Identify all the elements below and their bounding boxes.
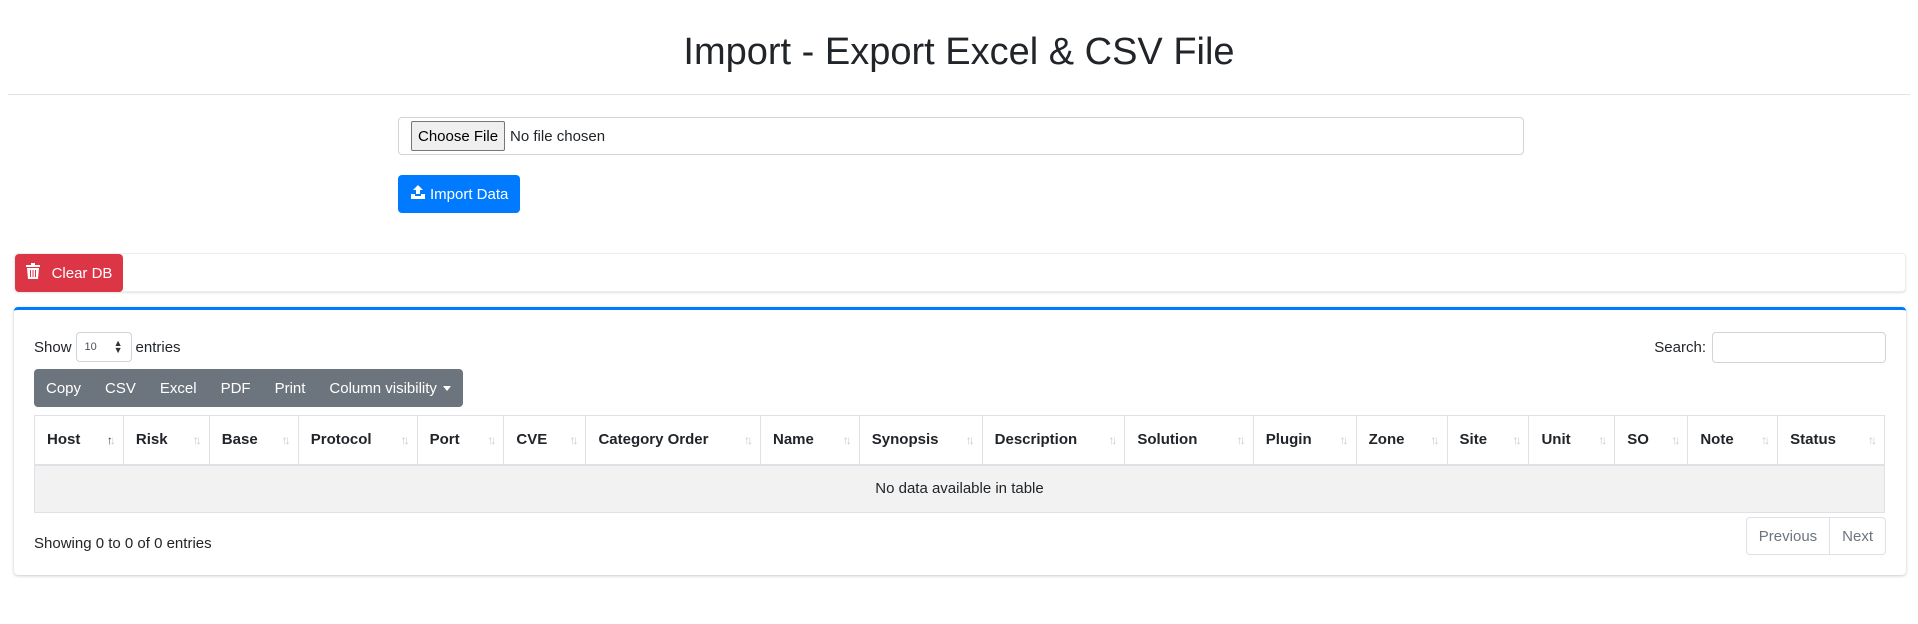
sort-icon: ↑↓ — [1339, 432, 1349, 447]
column-header-synopsis[interactable]: Synopsis ↑↓ — [858, 415, 983, 466]
sort-icon: ↑↓ — [1598, 432, 1607, 447]
page-length-select[interactable]: 10 ▲ ▼ — [75, 332, 132, 362]
column-label: Synopsis — [871, 431, 939, 449]
search-input[interactable] — [1712, 332, 1886, 363]
trash-icon — [25, 263, 40, 283]
sort-icon: ↑↓ — [1108, 432, 1117, 447]
column-header-so[interactable]: SO ↑↓ — [1614, 415, 1689, 466]
column-label: Name — [773, 431, 814, 449]
search-label: Search: — [1654, 339, 1706, 356]
column-label: Status — [1790, 431, 1837, 449]
column-label: Description — [994, 431, 1078, 449]
sort-icon: ↑↓ — [1236, 432, 1246, 447]
sort-icon: ↑↓ — [1761, 432, 1770, 447]
column-label: Protocol — [310, 431, 372, 449]
column-header-status[interactable]: Status ↑↓ — [1777, 415, 1885, 466]
column-header-note[interactable]: Note ↑↓ — [1687, 415, 1779, 466]
column-header-base[interactable]: Base ↑↓ — [208, 415, 299, 466]
column-header-protocol[interactable]: Protocol ↑↓ — [297, 415, 418, 466]
column-label: Zone — [1368, 431, 1405, 449]
column-label: SO — [1627, 431, 1649, 449]
column-header-host[interactable]: Host ↑↓ — [34, 415, 124, 466]
column-header-description[interactable]: Description ↑↓ — [981, 415, 1126, 466]
upload-icon — [410, 184, 426, 204]
column-label: Port — [429, 431, 460, 449]
column-visibility-label: Column visibility — [329, 379, 437, 397]
sort-icon: ↑↓ — [192, 432, 202, 447]
csv-button[interactable]: CSV — [93, 369, 148, 407]
empty-message: No data available in table — [34, 464, 1885, 513]
column-header-port[interactable]: Port ↑↓ — [416, 415, 505, 466]
column-header-zone[interactable]: Zone ↑↓ — [1355, 415, 1448, 466]
entries-label: entries — [135, 338, 181, 356]
search-control: Search: — [1654, 332, 1886, 363]
column-header-solution[interactable]: Solution ↑↓ — [1124, 415, 1254, 466]
caret-down-icon — [442, 385, 451, 391]
pagination: Previous Next — [1745, 517, 1886, 555]
column-label: Solution — [1137, 431, 1198, 449]
table-header-row: Host ↑↓ Risk ↑↓ Base ↑↓ Protocol ↑↓ Port ↑↓ CVE ↑↓ C… — [34, 415, 1885, 466]
choose-file-button[interactable]: Choose File — [411, 121, 506, 151]
column-header-risk[interactable]: Risk ↑↓ — [122, 415, 210, 466]
sort-icon: ↑↓ — [1868, 432, 1877, 447]
page-title: Import - Export Excel & CSV File — [683, 31, 1235, 73]
column-label: Note — [1700, 431, 1734, 449]
show-label: Show — [34, 338, 72, 356]
data-table: Host ↑↓ Risk ↑↓ Base ↑↓ Protocol ↑↓ Port ↑↓ CVE ↑↓ C… — [34, 415, 1885, 513]
clear-db-label: Clear DB — [51, 264, 113, 282]
sort-icon: ↑↓ — [281, 432, 291, 447]
export-button-group: Copy CSV Excel PDF Print Column visibili… — [34, 369, 463, 407]
sort-icon: ↑↓ — [400, 432, 410, 447]
clear-db-button[interactable]: Clear DB — [15, 254, 123, 292]
column-header-name[interactable]: Name ↑↓ — [760, 415, 860, 466]
sort-icon: ↑↓ — [1671, 432, 1680, 447]
column-label: Host — [47, 431, 81, 449]
column-header-unit[interactable]: Unit ↑↓ — [1528, 415, 1616, 466]
select-arrows-icon: ▲ ▼ — [113, 338, 123, 355]
import-form: Choose File No file chosen Import Data — [398, 117, 1524, 213]
table-info: Showing 0 to 0 of 0 entries — [34, 535, 212, 552]
file-status: No file chosen — [510, 127, 606, 145]
column-header-category-order[interactable]: Category Order ↑↓ — [585, 415, 761, 466]
column-label: Base — [221, 431, 258, 449]
column-visibility-button[interactable]: Column visibility — [317, 369, 463, 407]
sort-icon: ↑↓ — [106, 432, 116, 447]
print-button[interactable]: Print — [263, 369, 318, 407]
file-input[interactable]: Choose File No file chosen — [398, 117, 1524, 155]
column-label: Site — [1459, 431, 1488, 449]
column-header-plugin[interactable]: Plugin ↑↓ — [1252, 415, 1357, 466]
pdf-button[interactable]: PDF — [209, 369, 263, 407]
sort-icon: ↑↓ — [744, 432, 753, 447]
sort-icon: ↑↓ — [842, 432, 852, 447]
sort-icon: ↑↓ — [487, 432, 496, 447]
column-label: Risk — [135, 431, 168, 449]
column-label: CVE — [516, 431, 548, 449]
sort-icon: ↑↓ — [965, 432, 975, 447]
sort-icon: ↑↓ — [569, 432, 578, 447]
page-length-control: Show 10 ▲ ▼ entries — [34, 332, 181, 362]
column-header-site[interactable]: Site ↑↓ — [1446, 415, 1530, 466]
column-label: Unit — [1541, 431, 1571, 449]
import-data-button[interactable]: Import Data — [398, 175, 521, 213]
column-label: Plugin — [1265, 431, 1312, 449]
title-divider — [8, 94, 1910, 95]
import-data-label: Import Data — [430, 185, 509, 203]
next-page-button[interactable]: Next — [1829, 518, 1885, 554]
copy-button[interactable]: Copy — [34, 369, 93, 407]
table-row-empty: No data available in table — [34, 464, 1885, 513]
data-table-card: Show 10 ▲ ▼ entries Search: Copy CSV Exce… — [14, 307, 1906, 575]
previous-page-button[interactable]: Previous — [1747, 518, 1829, 554]
page-length-value: 10 — [84, 341, 97, 353]
clear-db-card: Clear DB — [14, 253, 1906, 292]
excel-button[interactable]: Excel — [148, 369, 209, 407]
sort-icon: ↑↓ — [1512, 432, 1521, 447]
column-label: Category Order — [598, 431, 709, 449]
sort-icon: ↑↓ — [1430, 432, 1440, 447]
column-header-cve[interactable]: CVE ↑↓ — [503, 415, 587, 466]
